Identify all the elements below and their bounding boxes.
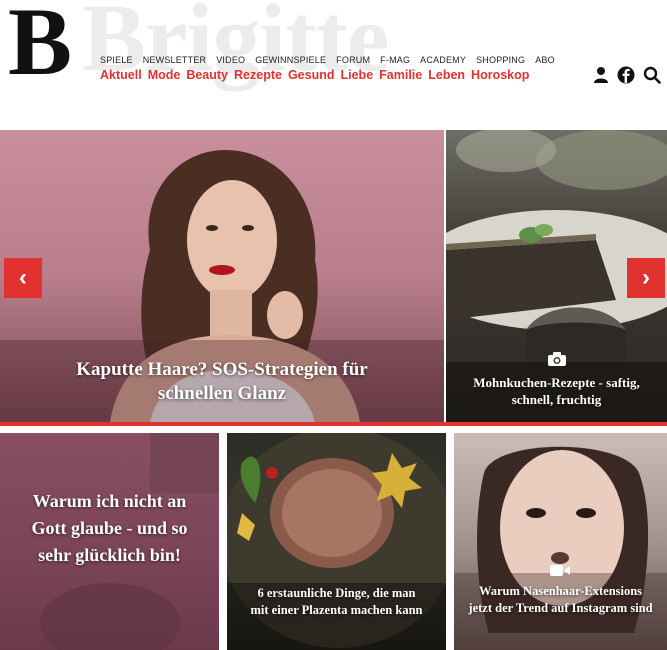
- chevron-right-icon: ›: [642, 264, 650, 291]
- hero-main-article[interactable]: Kaputte Haare? SOS-Strategien für schnel…: [0, 130, 444, 422]
- main-nav-item-liebe[interactable]: Liebe: [341, 68, 374, 82]
- main-nav-item-beauty[interactable]: Beauty: [186, 68, 228, 82]
- header-icons: [593, 66, 661, 84]
- article-tile-1-caption[interactable]: Warum ich nicht an Gott glaube - und so …: [0, 488, 219, 569]
- hero-main-caption[interactable]: Kaputte Haare? SOS-Strategien für schnel…: [0, 358, 444, 406]
- top-nav-item-gewinnspiele[interactable]: GEWINNSPIELE: [255, 55, 326, 65]
- main-nav-item-gesund[interactable]: Gesund: [288, 68, 335, 82]
- carousel-prev-button[interactable]: ‹: [4, 258, 42, 298]
- main-nav-item-horoskop[interactable]: Horoskop: [471, 68, 529, 82]
- top-nav-item-video[interactable]: VIDEO: [216, 55, 245, 65]
- main-nav-item-aktuell[interactable]: Aktuell: [100, 68, 142, 82]
- article-tile-3-caption[interactable]: Warum Nasenhaar-Extensions jetzt der Tre…: [454, 583, 667, 617]
- top-nav-item-spiele[interactable]: SPIELE: [100, 55, 133, 65]
- logo[interactable]: B: [8, 0, 72, 90]
- article-tile-1[interactable]: Warum ich nicht an Gott glaube - und so …: [0, 433, 219, 650]
- camera-icon: [548, 352, 566, 371]
- top-nav-item-shopping[interactable]: SHOPPING: [476, 55, 525, 65]
- carousel-next-button[interactable]: ›: [627, 258, 665, 298]
- article-tile-3-image: [454, 446, 667, 650]
- top-nav-item-forum[interactable]: FORUM: [336, 55, 370, 65]
- video-icon: [550, 564, 570, 582]
- hero-divider: [0, 422, 667, 426]
- user-icon[interactable]: [593, 66, 609, 84]
- top-nav-item-newsletter[interactable]: NEWSLETTER: [143, 55, 207, 65]
- main-nav-item-familie[interactable]: Familie: [379, 68, 422, 82]
- hero-side-caption[interactable]: Mohnkuchen-Rezepte - saftig, schnell, fr…: [446, 374, 667, 408]
- top-nav-item-academy[interactable]: ACADEMY: [420, 55, 466, 65]
- main-nav-item-leben[interactable]: Leben: [428, 68, 465, 82]
- facebook-icon[interactable]: [617, 66, 635, 84]
- top-nav-item-fmag[interactable]: F-MAG: [380, 55, 410, 65]
- main-nav-item-mode[interactable]: Mode: [148, 68, 181, 82]
- top-nav: SPIELE NEWSLETTER VIDEO GEWINNSPIELE FOR…: [100, 55, 555, 65]
- article-tile-3[interactable]: Warum Nasenhaar-Extensions jetzt der Tre…: [454, 433, 667, 650]
- main-nav: Aktuell Mode Beauty Rezepte Gesund Liebe…: [100, 68, 529, 82]
- article-tile-2-caption[interactable]: 6 erstaunliche Dinge, die man mit einer …: [227, 585, 446, 619]
- chevron-left-icon: ‹: [19, 264, 27, 291]
- top-nav-item-abo[interactable]: ABO: [535, 55, 555, 65]
- hero-carousel: Kaputte Haare? SOS-Strategien für schnel…: [0, 130, 667, 422]
- article-tile-2[interactable]: 6 erstaunliche Dinge, die man mit einer …: [227, 433, 446, 650]
- search-icon[interactable]: [643, 66, 661, 84]
- main-nav-item-rezepte[interactable]: Rezepte: [234, 68, 282, 82]
- site-header: Brigitte B SPIELE NEWSLETTER VIDEO GEWIN…: [0, 0, 667, 118]
